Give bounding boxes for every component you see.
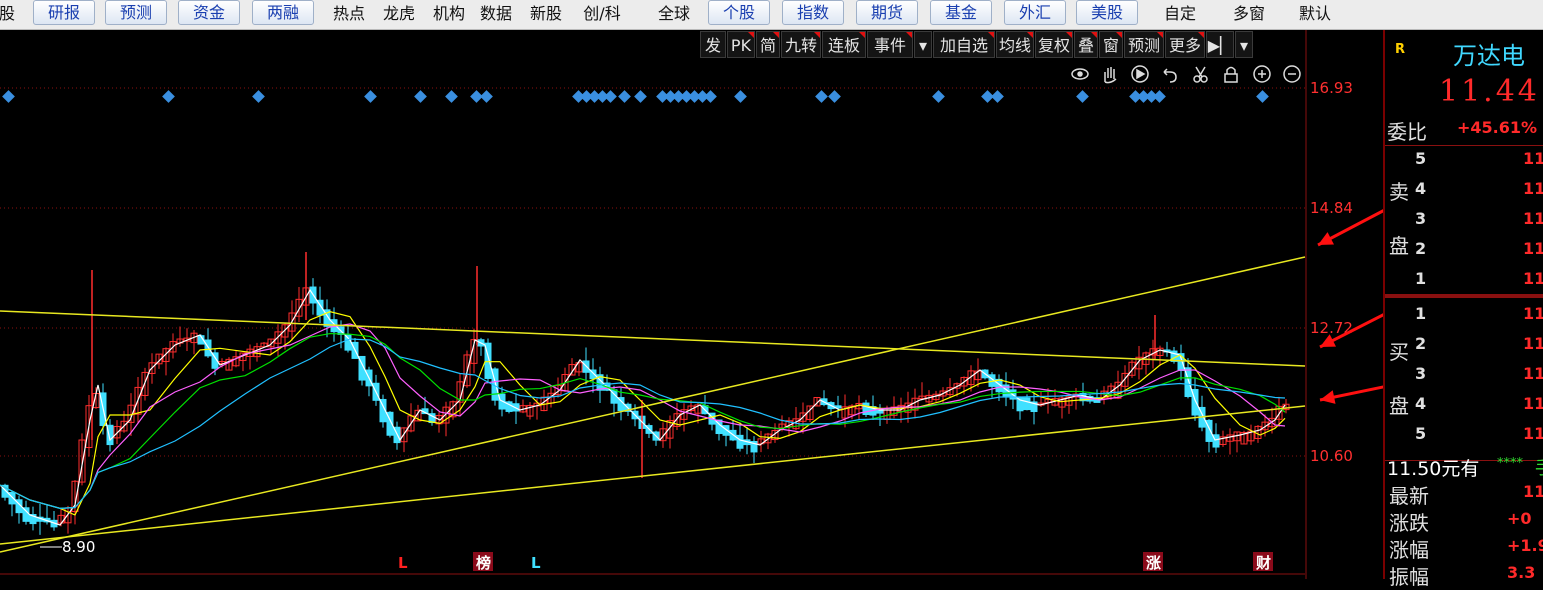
stat-value-3: 3.3: [1507, 563, 1536, 582]
toolbar-item-8[interactable]: 均线: [996, 31, 1034, 58]
sell-label-bottom: 盘: [1389, 234, 1409, 258]
toolbar-item-2[interactable]: 简: [756, 31, 780, 58]
order-notice-price: 11.50元有: [1387, 458, 1480, 480]
sell-level-price: 11: [1523, 239, 1543, 258]
buy-level-price: 11: [1523, 394, 1543, 413]
candle-body: [22, 507, 30, 522]
play-circle-icon[interactable]: [1131, 65, 1149, 83]
event-tag-2[interactable]: L: [531, 554, 541, 572]
toolbar-item-14[interactable]: ▶▏: [1206, 31, 1234, 58]
sell-level-4: 4: [1415, 179, 1427, 198]
toolbar-item-10[interactable]: 叠: [1074, 31, 1098, 58]
sell-level-price: 11: [1523, 209, 1543, 228]
buy-level-price: 11: [1523, 334, 1543, 353]
order-notice-tail: 手: [1535, 454, 1543, 480]
stock-name: 万达电: [1453, 42, 1525, 70]
stat-value-0: 11: [1523, 482, 1543, 501]
latest-price: 11.44: [1439, 74, 1540, 109]
buy-level-4: 4: [1415, 394, 1427, 413]
sell-level-1: 1: [1415, 269, 1427, 288]
undo-icon[interactable]: [1163, 68, 1177, 83]
toolbar-item-4[interactable]: 连板: [822, 31, 866, 58]
toolbar-item-0[interactable]: 发: [700, 31, 726, 58]
buy-level-price: 11: [1523, 304, 1543, 323]
price-axis-label: 14.84: [1310, 199, 1353, 217]
sell-level-2: 2: [1415, 239, 1427, 258]
zoom-in-icon[interactable]: [1253, 65, 1271, 83]
stat-value-1: +0: [1507, 509, 1532, 528]
toolbar-item-13[interactable]: 更多: [1165, 31, 1205, 58]
annotation-arrowhead-2: [1320, 390, 1336, 404]
buy-label-top: 买: [1389, 340, 1409, 364]
toolbar-item-9[interactable]: 复权: [1035, 31, 1073, 58]
eye-icon[interactable]: [1071, 68, 1089, 80]
toolbar-item-5[interactable]: 事件: [867, 31, 913, 58]
order-notice-stars: ****: [1497, 456, 1523, 471]
stat-label-3: 振幅: [1389, 565, 1429, 589]
sell-label-top: 卖: [1389, 180, 1409, 204]
candle-body: [1023, 397, 1031, 411]
weibi-value: +45.61%: [1457, 118, 1538, 137]
buy-level-1: 1: [1415, 304, 1427, 323]
toolbar-item-12[interactable]: 预测: [1124, 31, 1164, 58]
panel-divider: [1385, 294, 1543, 298]
stat-value-2: +1.9: [1507, 536, 1543, 555]
buy-level-price: 11: [1523, 364, 1543, 383]
scissors-icon[interactable]: [1193, 66, 1208, 83]
sell-level-price: 11: [1523, 149, 1543, 168]
stat-label-0: 最新: [1389, 484, 1429, 508]
stock-badge: R: [1395, 42, 1406, 57]
trendline-upper-rising: [0, 256, 1306, 553]
candle-body: [736, 434, 744, 449]
sell-level-price: 11: [1523, 179, 1543, 198]
quote-panel: R 万达电 11.44 委比 +45.61% 卖盘买盘 5 11 4 11 3 11 2 11 1 11 1 11…: [1383, 30, 1543, 589]
event-tag-3[interactable]: 涨: [1146, 554, 1161, 572]
sell-level-3: 3: [1415, 209, 1427, 228]
event-tag-0[interactable]: L: [398, 554, 408, 572]
hand-icon[interactable]: [1104, 67, 1117, 84]
event-tag-4[interactable]: 财: [1256, 554, 1271, 572]
toolbar-item-7[interactable]: 加自选: [933, 31, 995, 58]
buy-level-5: 5: [1415, 424, 1427, 443]
toolbar-item-1[interactable]: PK: [727, 31, 755, 58]
toolbar-item-15[interactable]: ▾: [1235, 31, 1253, 58]
buy-level-2: 2: [1415, 334, 1427, 353]
buy-level-price: 11: [1523, 424, 1543, 443]
stat-label-1: 涨跌: [1389, 511, 1429, 535]
price-axis-label: 16.93: [1310, 79, 1353, 97]
kline-chart[interactable]: 16.9314.8412.7210.608.90L 榜 L 涨财: [0, 0, 1383, 579]
price-axis-label: 10.60: [1310, 447, 1353, 465]
trendline-falling: [0, 310, 1306, 367]
toolbar-item-3[interactable]: 九转: [781, 31, 821, 58]
toolbar-item-11[interactable]: 窗: [1099, 31, 1123, 58]
buy-label-bottom: 盘: [1389, 394, 1409, 418]
sell-level-5: 5: [1415, 149, 1427, 168]
toolbar-item-6[interactable]: ▾: [914, 31, 932, 58]
weibi-label: 委比: [1387, 120, 1427, 144]
sell-level-price: 11: [1523, 269, 1543, 288]
buy-level-3: 3: [1415, 364, 1427, 383]
chart-toolbar: 发 PK 简九转 连板 事件 ▾ 加自选 均线 复权叠窗预测 更多 ▶▏ ▾: [700, 31, 1305, 59]
low-price-marker: 8.90: [62, 538, 95, 556]
lock-icon[interactable]: [1224, 66, 1238, 83]
event-tag-1[interactable]: 榜: [476, 554, 491, 572]
zoom-out-icon[interactable]: [1283, 65, 1301, 83]
stat-label-2: 涨幅: [1389, 538, 1429, 562]
candle-body: [344, 334, 352, 351]
panel-divider: [1385, 145, 1543, 146]
